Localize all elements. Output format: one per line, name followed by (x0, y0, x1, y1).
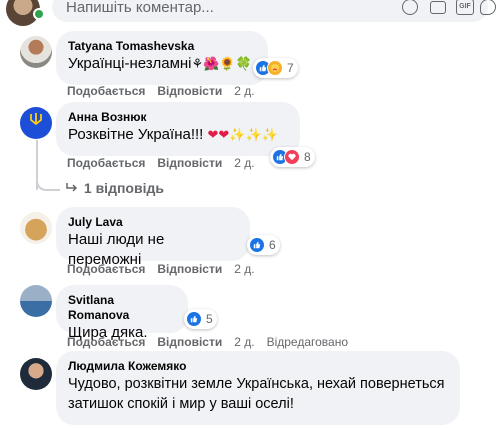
comment-avatar-liudmyla[interactable] (20, 358, 52, 390)
comment-bubble: Людмила Кожемяко Чудово, розквітни земле… (56, 351, 460, 425)
reaction-count: 7 (287, 61, 294, 75)
comment-time[interactable]: 2 д. (234, 335, 254, 349)
comment-bubble: Анна Вознюк Розквітне Україна!!! ❤❤✨✨✨ (56, 102, 300, 156)
online-indicator (33, 8, 45, 20)
view-replies-label[interactable]: 1 відповідь (84, 180, 164, 196)
reaction-count: 6 (269, 238, 276, 252)
reaction-summary[interactable]: 8 (270, 147, 315, 167)
reply-link[interactable]: Відповісти (157, 335, 222, 349)
reaction-summary[interactable]: 7 (253, 58, 298, 78)
comment-author[interactable]: July Lava (68, 215, 238, 230)
care-reaction-icon (267, 60, 283, 76)
comment-avatar-svitlana[interactable] (20, 285, 52, 317)
love-reaction-icon (284, 149, 300, 165)
comment-bubble: Svitlana Romanova Щира дяка. (56, 285, 188, 341)
comment-author[interactable]: Анна Вознюк (68, 110, 288, 125)
emoji-icon[interactable] (402, 0, 418, 15)
gif-icon[interactable]: GIF (456, 0, 474, 15)
comment-emoji: ⚘🌺🌻🍀 (191, 56, 252, 71)
reaction-summary[interactable]: 6 (247, 235, 280, 255)
camera-icon[interactable] (430, 1, 446, 14)
sticker-icon[interactable] (480, 0, 496, 15)
comment-author[interactable]: Tatyana Tomashevska (68, 39, 256, 54)
comment-time[interactable]: 2 д. (234, 262, 254, 276)
reply-link[interactable]: Відповісти (157, 84, 222, 98)
like-reaction-icon (249, 237, 265, 253)
comment-time[interactable]: 2 д. (234, 156, 254, 170)
reaction-summary[interactable]: 5 (184, 309, 217, 329)
edited-label[interactable]: Відредаговано (267, 335, 348, 349)
comment-text: Українці-незламні⚘🌺🌻🍀 (68, 55, 252, 72)
reply-link[interactable]: Відповісти (157, 262, 222, 276)
like-link[interactable]: Подобається (67, 84, 145, 98)
reply-arrow-icon (66, 180, 80, 196)
comment-text-line-1: Чудово, розквітни земле Українська, неха… (68, 376, 445, 392)
comment-actions: Подобається Відповісти 2 д. (67, 84, 267, 98)
like-link[interactable]: Подобається (67, 335, 145, 349)
comment-actions: Подобається Відповісти 2 д. Відредаговано (67, 335, 360, 349)
comment-composer[interactable]: Напишіть коментар... GIF (52, 0, 496, 22)
comment-avatar-tatyana[interactable] (20, 36, 52, 68)
reaction-count: 5 (206, 312, 213, 326)
comment-text: Розквітне Україна!!! ❤❤✨✨✨ (68, 126, 278, 143)
comment-bubble: July Lava Наші люди не переможні (56, 207, 250, 268)
comment-emoji: ❤❤✨✨✨ (207, 127, 278, 142)
view-replies-link[interactable]: 1 відповідь (66, 180, 164, 196)
comment-author[interactable]: Людмила Кожемяко (68, 359, 448, 374)
comment-time[interactable]: 2 д. (234, 84, 254, 98)
like-link[interactable]: Подобається (67, 156, 145, 170)
comment-actions: Подобається Відповісти 2 д. (67, 156, 267, 170)
comment-text-line-2: затишок спокій і мир у ваші оселі! (68, 396, 294, 412)
reaction-count: 8 (304, 150, 311, 164)
trident-icon (29, 112, 43, 126)
reply-link[interactable]: Відповісти (157, 156, 222, 170)
comment-avatar-anna[interactable] (20, 107, 52, 139)
comment-avatar-july[interactable] (20, 212, 52, 244)
composer-input[interactable]: Напишіть коментар... (66, 0, 214, 17)
like-reaction-icon (186, 311, 202, 327)
comment-actions: Подобається Відповісти 2 д. (67, 262, 267, 276)
comment-bubble: Tatyana Tomashevska Українці-незламні⚘🌺🌻… (56, 31, 268, 85)
thread-curve (36, 175, 60, 191)
comment-author[interactable]: Svitlana Romanova (68, 293, 176, 323)
like-link[interactable]: Подобається (67, 262, 145, 276)
